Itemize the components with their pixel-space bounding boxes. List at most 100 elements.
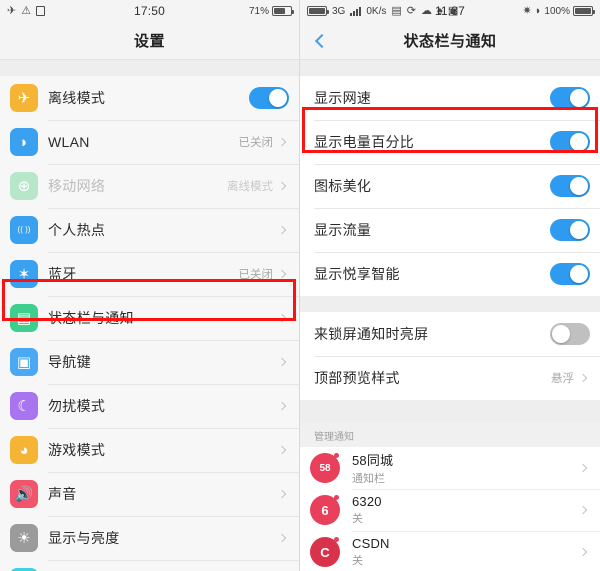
settings-row-3[interactable]: (( )) 个人热点 [0,208,299,252]
status-bar-settings-group: 显示网速显示电量百分比 图标美化显示流量 显示悦享智能 [300,76,600,296]
right-battery-percent: 100% [544,5,570,17]
left-status-bar: ✈ ⚠ 17:50 71% [0,0,299,22]
settings-row-label: 勿扰模式 [48,398,106,414]
left-page-title: 设置 [133,33,165,50]
chevron-right-icon [277,313,287,323]
settings-row-9[interactable]: 🔊 声音 [0,472,299,516]
chevron-right-icon [578,505,588,515]
notification-app-row-0[interactable]: 58 58同城 通知栏 [300,447,600,489]
airplane-icon: ✈ [10,84,38,112]
notification-app-row-2[interactable]: C CSDN 关 [300,531,600,571]
right-status-bar: 3G 0K/s ▤ ⟳ ☁ ♠ ▣ 11:37 ✷ ◗ 100% [300,0,600,22]
notification-app-row-1[interactable]: 6 6320 关 [300,489,600,531]
statusbar-setting-row-4[interactable]: 显示悦享智能 [300,252,600,296]
toggle-switch-on[interactable] [550,219,590,241]
right-lower-gap [300,400,600,422]
back-button[interactable] [300,22,344,60]
chevron-right-icon [277,489,287,499]
settings-row-label: 游戏模式 [48,442,106,458]
battery-icon-small [307,6,329,16]
chevron-right-icon [578,373,588,383]
statusbar-setting-row-label: 显示电量百分比 [314,134,415,150]
wifi-icon: ◗ [10,128,38,156]
left-settings-panel: ✈ ⚠ 17:50 71% 设置 ✈ 离线模式 ◗ WLAN 已关闭 ⊕ 移动网络 离线模式 (… [0,0,300,571]
app-icon: 58 [310,453,340,483]
settings-row-label: 蓝牙 [48,266,77,282]
left-top-gap [0,60,299,76]
toggle-switch-on[interactable] [550,87,590,109]
chevron-right-icon [277,137,287,147]
cloud-icon: ☁ [420,4,432,17]
toggle-switch-on[interactable] [550,131,590,153]
app-square-icon [36,6,46,16]
chevron-right-icon [578,463,588,473]
settings-row-label: 个人热点 [48,222,106,238]
chevron-right-icon [277,181,287,191]
settings-row-2[interactable]: ⊕ 移动网络 离线模式 [0,164,299,208]
notification-app-status: 关 [352,513,363,525]
manage-notifications-header: 管理通知 [300,422,600,447]
app-icon: 6 [310,495,340,525]
left-status-right: 71% [249,6,294,17]
hotspot-icon: (( )) [10,216,38,244]
signal-icon [350,6,362,16]
settings-row-label: 显示与亮度 [48,530,120,546]
settings-row-value: 离线模式 [227,181,273,193]
settings-row-4[interactable]: ✶ 蓝牙 已关闭 [0,252,299,296]
toggle-switch-on[interactable] [550,175,590,197]
settings-row-7[interactable]: ☾ 勿扰模式 [0,384,299,428]
toggle-switch-off[interactable] [550,323,590,345]
navigation-key-icon: ▣ [10,348,38,376]
settings-row-6[interactable]: ▣ 导航键 [0,340,299,384]
settings-row-0[interactable]: ✈ 离线模式 [0,76,299,120]
notification-setting-row-label: 来锁屏通知时亮屏 [314,326,429,342]
list-icon: ▤ [10,304,38,332]
wifi-icon: ◗ [534,4,542,17]
settings-row-10[interactable]: ☀ 显示与亮度 [0,516,299,560]
settings-row-label: 声音 [48,486,77,502]
notification-setting-row-1[interactable]: 顶部预览样式 悬浮 [300,356,600,400]
settings-row-label: WLAN [48,134,90,150]
settings-row-label: 离线模式 [48,90,106,106]
toggle-switch-on[interactable] [550,263,590,285]
settings-row-11[interactable]: T壁纸与字体 [0,560,299,571]
right-page-title: 状态栏与通知 [403,33,497,50]
toggle-switch-on[interactable] [249,87,289,109]
left-nav-bar: 设置 [0,22,299,60]
chevron-right-icon [277,225,287,235]
settings-row-label: 移动网络 [48,178,106,194]
speaker-icon: 🔊 [10,480,38,508]
chevron-right-icon [578,547,588,557]
statusbar-setting-row-2[interactable]: 图标美化 [300,164,600,208]
back-chevron-icon [314,33,330,48]
statusbar-setting-row-0[interactable]: 显示网速 [300,76,600,120]
network-type-label: 3G [332,5,346,17]
settings-row-value: 已关闭 [238,137,274,149]
chevron-right-icon [277,401,287,411]
game-mode-icon: ◕ [10,436,38,464]
airplane-icon: ✈ [7,4,17,17]
bell-icon: ♠ [436,4,443,17]
sync-icon: ⟳ [406,4,416,17]
statusbar-setting-row-1[interactable]: 显示电量百分比 [300,120,600,164]
statusbar-setting-row-label: 图标美化 [314,178,372,194]
right-nav-bar: 状态栏与通知 [300,22,600,60]
globe-icon: ⊕ [10,172,38,200]
chevron-right-icon [277,533,287,543]
network-speed-label: 0K/s [366,5,387,17]
chevron-right-icon [277,269,287,279]
notification-setting-row-label: 顶部预览样式 [314,370,400,386]
statusbar-setting-row-3[interactable]: 显示流量 [300,208,600,252]
photo-icon: ▣ [447,4,459,17]
chevron-right-icon [277,357,287,367]
settings-row-8[interactable]: ◕ 游戏模式 [0,428,299,472]
notification-app-text: 58同城 通知栏 [352,450,580,486]
settings-row-1[interactable]: ◗ WLAN 已关闭 [0,120,299,164]
dual-screenshot-composite: ✈ ⚠ 17:50 71% 设置 ✈ 离线模式 ◗ WLAN 已关闭 ⊕ 移动网络 离线模式 (… [0,0,600,571]
settings-row-5[interactable]: ▤ 状态栏与通知 [0,296,299,340]
chevron-right-icon [277,445,287,455]
battery-icon [272,6,294,16]
notification-setting-row-0[interactable]: 来锁屏通知时亮屏 [300,312,600,356]
note-icon: ▤ [391,4,402,17]
notification-app-list: 5858同城通知栏66320关CCSDN关fFlash Player Setti… [300,447,600,571]
